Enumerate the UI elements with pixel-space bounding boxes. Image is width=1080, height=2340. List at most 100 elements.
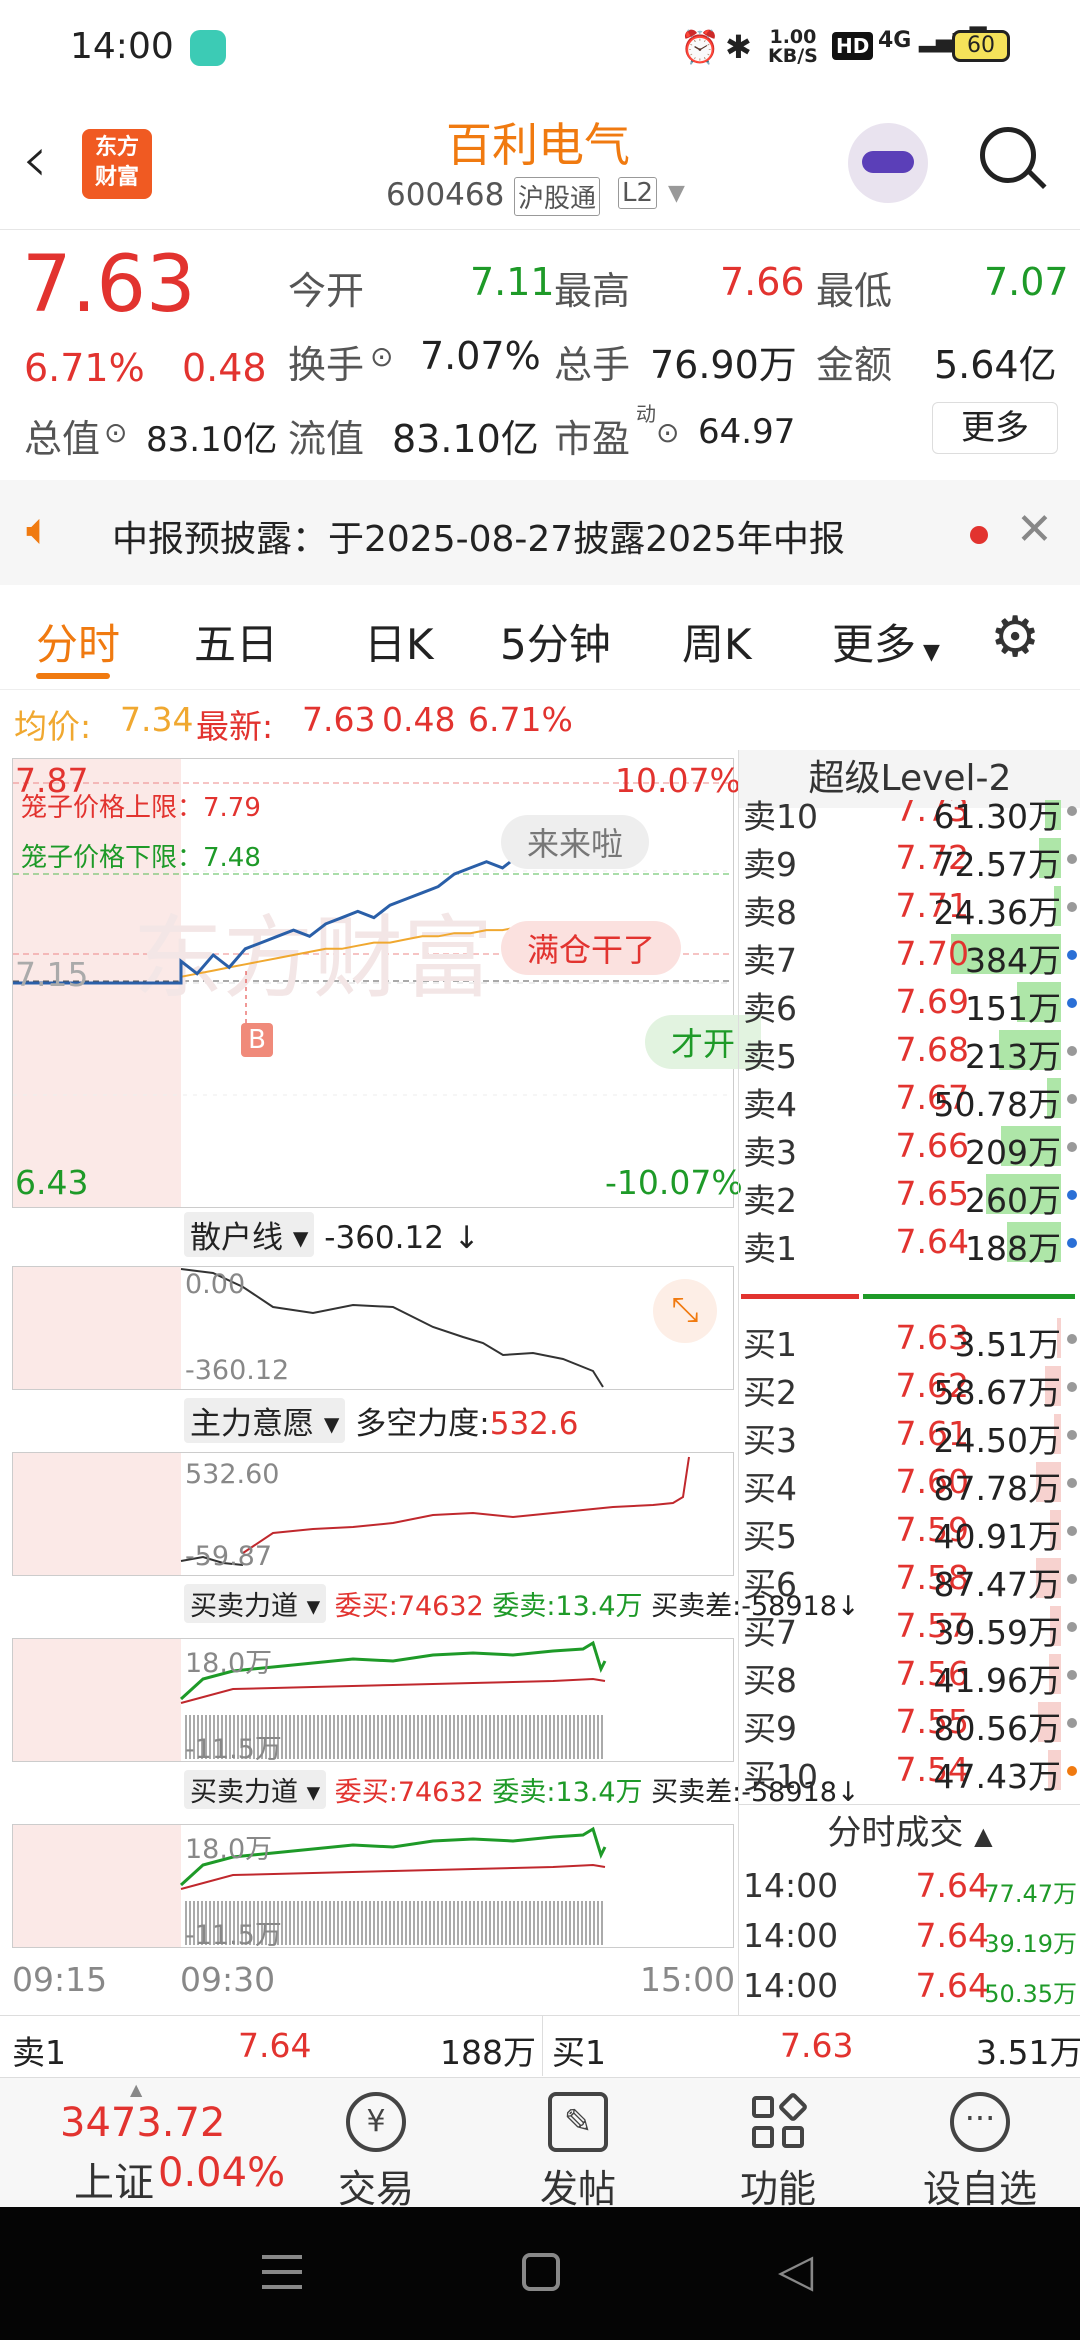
bid-row[interactable]: 买8 7.56 41.96万 bbox=[739, 1650, 1080, 1700]
tab-intraday[interactable]: 分时 bbox=[36, 611, 120, 672]
tab-more[interactable]: 更多 ▼ bbox=[832, 611, 940, 672]
grid-icon bbox=[748, 2091, 809, 2152]
bid-row[interactable]: 买9 7.55 80.56万 bbox=[739, 1698, 1080, 1748]
nav-add-watchlist[interactable]: ··· 设自选 bbox=[872, 2078, 1080, 2211]
level-volume: 58.67万 bbox=[933, 1373, 1061, 1412]
buy-marker[interactable]: B bbox=[241, 1023, 273, 1057]
indicator-selector[interactable]: 主力意愿 ▾ bbox=[184, 1398, 346, 1443]
sub3-chart[interactable]: 18.0万 -11.5万 bbox=[12, 1638, 734, 1765]
bluetooth-icon: ✱ bbox=[725, 28, 752, 66]
info-icon[interactable]: ⊙ bbox=[370, 340, 393, 373]
quote-panel: 7.63 6.71% 0.48 总值 ⊙ 83.10亿 今开 7.11 最高 7… bbox=[0, 230, 1080, 480]
ticks-title[interactable]: 分时成交 ▲ bbox=[739, 1804, 1080, 1860]
bid-row[interactable]: 买7 7.57 39.59万 bbox=[739, 1602, 1080, 1652]
level-label: 买3 bbox=[743, 1421, 797, 1460]
level-label: 买7 bbox=[743, 1613, 797, 1652]
robot-assistant-icon[interactable] bbox=[848, 123, 928, 203]
dropdown-icon[interactable]: ▼ bbox=[668, 181, 685, 206]
nav-functions[interactable]: 功能 bbox=[670, 2078, 886, 2211]
status-dot bbox=[1067, 806, 1077, 816]
notice-bar[interactable]: 🔈︎ 中报预披露：于2025-08-27披露2025年中报 ✕ bbox=[0, 480, 1080, 585]
ask-row[interactable]: 卖9 7.72 72.57万 bbox=[739, 834, 1080, 884]
menu-icon[interactable] bbox=[262, 2255, 302, 2289]
level-volume: 209万 bbox=[965, 1133, 1061, 1172]
sub4-chart[interactable]: 18.0万 -11.5万 bbox=[12, 1824, 734, 1951]
notice-text[interactable]: 中报预披露：于2025-08-27披露2025年中报 bbox=[112, 510, 845, 562]
pe-sup: 动 bbox=[636, 402, 656, 426]
level-volume: 39.59万 bbox=[933, 1613, 1061, 1652]
sell1-price: 7.64 bbox=[238, 2026, 312, 2065]
bubble-comment[interactable]: 来来啦 bbox=[501, 815, 650, 869]
tick-row: 14:00 7.64 77.47万 bbox=[739, 1862, 1080, 1910]
status-dot bbox=[1067, 1334, 1077, 1344]
ask-row[interactable]: 卖8 7.71 24.36万 bbox=[739, 882, 1080, 932]
ask-row[interactable]: 卖1 7.64 188万 bbox=[739, 1218, 1080, 1268]
expand-icon[interactable]: ⤡ bbox=[653, 1279, 717, 1343]
info-icon[interactable]: ⊙ bbox=[104, 416, 127, 449]
level-price: 7.68 bbox=[895, 1030, 969, 1069]
ask-row[interactable]: 卖7 7.70 384万 bbox=[739, 930, 1080, 980]
bottom-nav: ▲ 3473.72 上证 0.04% ¥ 交易 ✎ 发帖 功能 ··· 设自选 bbox=[0, 2077, 1080, 2211]
speaker-icon: 🔈︎ bbox=[26, 504, 53, 555]
bid-row[interactable]: 买3 7.61 24.50万 bbox=[739, 1410, 1080, 1460]
bid-row[interactable]: 买1 7.63 3.51万 bbox=[739, 1314, 1080, 1364]
bubble-comment[interactable]: 满仓干了 bbox=[501, 921, 682, 975]
close-icon[interactable]: ✕ bbox=[1016, 504, 1053, 555]
status-dot bbox=[1067, 1478, 1077, 1488]
buy1-label: 买1 bbox=[552, 2033, 606, 2072]
time-label: 15:00 bbox=[640, 1960, 736, 1999]
bid-row[interactable]: 买5 7.59 40.91万 bbox=[739, 1506, 1080, 1556]
indicator-selector[interactable]: 买卖力道 ▾ bbox=[184, 1584, 327, 1623]
back-icon[interactable]: ‹ bbox=[22, 123, 48, 197]
indicator-selector[interactable]: 买卖力道 ▾ bbox=[184, 1770, 327, 1809]
level-volume: 151万 bbox=[965, 989, 1061, 1028]
back-nav-icon[interactable]: ◁ bbox=[778, 2243, 813, 2297]
ask-row[interactable]: 卖3 7.66 209万 bbox=[739, 1122, 1080, 1172]
volume-value: 76.90万 bbox=[650, 343, 797, 387]
main-price-chart[interactable]: 东方财富 7.87 7.15 6.43 10.07% -10.07% 笼子价格上… bbox=[12, 758, 762, 1208]
home-icon[interactable] bbox=[522, 2253, 560, 2291]
bid-row[interactable]: 买4 7.60 87.78万 bbox=[739, 1458, 1080, 1508]
hd-icon: HD bbox=[832, 32, 874, 60]
sub2-chart[interactable]: 532.60 -59.87 bbox=[12, 1452, 734, 1576]
sub1-chart[interactable]: 0.00 -360.12 ⤡ bbox=[12, 1266, 734, 1390]
chart-area[interactable]: 东方财富 7.87 7.15 6.43 10.07% -10.07% 笼子价格上… bbox=[0, 750, 860, 2015]
brand-logo[interactable]: 东方 财富 bbox=[82, 129, 152, 199]
tab-5min[interactable]: 5分钟 bbox=[500, 611, 611, 672]
level-volume: 3.51万 bbox=[954, 1325, 1061, 1364]
tick-row: 14:00 7.64 50.35万 bbox=[739, 1962, 1080, 2010]
net-speed: 1.00 KB/S bbox=[768, 26, 818, 67]
tab-daily-k[interactable]: 日K bbox=[364, 611, 434, 672]
chart-tabs: 分时 五日 日K 5分钟 周K 更多 ▼ ⚙ bbox=[0, 585, 1080, 690]
tag-l2: L2 bbox=[618, 177, 658, 209]
nav-trade[interactable]: ¥ 交易 bbox=[268, 2078, 484, 2211]
more-button[interactable]: 更多 bbox=[932, 402, 1058, 454]
level-label: 卖9 bbox=[743, 845, 797, 884]
tick-price: 7.64 bbox=[915, 1966, 989, 2005]
bid-row[interactable]: 买10 7.54 47.43万 bbox=[739, 1746, 1080, 1796]
nav-post[interactable]: ✎ 发帖 bbox=[470, 2078, 686, 2211]
bid-row[interactable]: 买6 7.58 87.47万 bbox=[739, 1554, 1080, 1604]
watermark: 东方财富 bbox=[133, 909, 493, 1009]
time-label: 09:30 bbox=[180, 1960, 276, 1999]
tab-five-day[interactable]: 五日 bbox=[194, 611, 278, 672]
ask-row[interactable]: 卖6 7.69 151万 bbox=[739, 978, 1080, 1028]
ask-row[interactable]: 卖2 7.65 260万 bbox=[739, 1170, 1080, 1220]
tick-list: 14:00 7.64 77.47万 14:00 7.64 39.19万 14:00 7.64 5… bbox=[739, 1862, 1080, 2012]
sub4-svg bbox=[179, 1826, 607, 1945]
level-label: 买9 bbox=[743, 1709, 797, 1748]
settings-gear-icon[interactable]: ⚙ bbox=[990, 605, 1040, 670]
sub2-top: 532.60 bbox=[185, 1459, 280, 1490]
indicator-selector[interactable]: 散户线 ▾ bbox=[184, 1212, 315, 1257]
ask-row[interactable]: 卖5 7.68 213万 bbox=[739, 1026, 1080, 1076]
ask-row[interactable]: 卖4 7.67 50.78万 bbox=[739, 1074, 1080, 1124]
index-ticker[interactable]: ▲ 3473.72 上证 0.04% bbox=[0, 2078, 300, 2208]
info-icon[interactable]: ⊙ bbox=[656, 416, 679, 449]
nav-label: 功能 bbox=[739, 2167, 816, 2211]
bid-list: 买1 7.63 3.51万 买2 7.62 58.67万 买3 7.61 24.50万 买4 7.6… bbox=[739, 1314, 1080, 1798]
ask-row[interactable]: 卖10 7.73 61.30万 bbox=[739, 800, 1080, 836]
alarm-icon: ⏰ bbox=[680, 28, 720, 66]
bid-row[interactable]: 买2 7.62 58.67万 bbox=[739, 1362, 1080, 1412]
tab-weekly-k[interactable]: 周K bbox=[682, 611, 752, 672]
level-price: 7.70 bbox=[895, 934, 969, 973]
